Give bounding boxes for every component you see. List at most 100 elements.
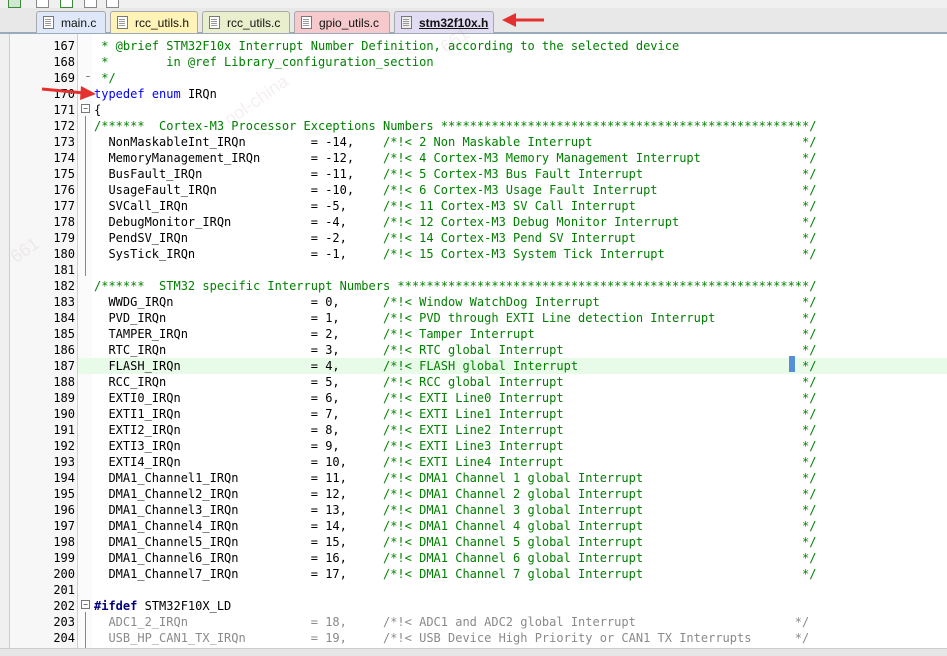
code-token: /*!< EXTI Line1 Interrupt */	[382, 407, 817, 421]
code-line[interactable]: EXTI2_IRQn = 8, /*!< EXTI Line2 Interrup…	[94, 422, 816, 438]
code-line[interactable]: FLASH_IRQn = 4, /*!< FLASH global Interr…	[94, 358, 816, 374]
toolbar-options-icon[interactable]	[84, 0, 97, 8]
code-token: /*!< PVD through EXTI Line detection Int…	[382, 311, 817, 325]
fold-collapse-icon[interactable]: −	[81, 104, 90, 113]
code-token: /*!< EXTI Line0 Interrupt */	[382, 391, 817, 405]
code-line[interactable]: NonMaskableInt_IRQn = -14, /*!< 2 Non Ma…	[94, 134, 816, 150]
code-line[interactable]: * @brief STM32F10x Interrupt Number Defi…	[94, 38, 679, 54]
code-line[interactable]: DMA1_Channel1_IRQn = 11, /*!< DMA1 Chann…	[94, 470, 816, 486]
code-token: DMA1_Channel3_IRQn = 13,	[94, 503, 383, 517]
code-line[interactable]: /****** STM32 specific Interrupt Numbers…	[94, 278, 816, 294]
code-line[interactable]: DMA1_Channel5_IRQn = 15, /*!< DMA1 Chann…	[94, 534, 816, 550]
code-token: /*!< 2 Non Maskable Interrupt */	[382, 135, 817, 149]
line-number: 183	[53, 295, 75, 309]
tab-label: rcc_utils.c	[227, 15, 281, 30]
tab-gpio-utils-c[interactable]: gpio_utils.c	[294, 11, 390, 33]
line-number: 185	[53, 327, 75, 341]
code-token: UsageFault_IRQn = -10,	[94, 183, 383, 197]
code-token: SysTick_IRQn = -1,	[94, 247, 383, 261]
code-token: typedef	[94, 87, 145, 101]
line-number: 180	[53, 247, 75, 261]
code-line[interactable]: PVD_IRQn = 1, /*!< PVD through EXTI Line…	[94, 310, 816, 326]
line-number: 189	[53, 391, 75, 405]
code-token: /*!< 5 Cortex-M3 Bus Fault Interrupt */	[382, 167, 817, 181]
code-line[interactable]: EXTI4_IRQn = 10, /*!< EXTI Line4 Interru…	[94, 454, 816, 470]
tab-stm32f10x-h[interactable]: stm32f10x.h	[394, 11, 494, 33]
code-line[interactable]: RTC_IRQn = 3, /*!< RTC global Interrupt …	[94, 342, 816, 358]
code-line[interactable]: * in @ref Library_configuration_section	[94, 54, 434, 70]
code-token: /*!< RCC global Interrupt */	[382, 375, 817, 389]
text-cursor	[789, 356, 795, 372]
line-number: 184	[53, 311, 75, 325]
code-line[interactable]: #ifdef STM32F10X_LD	[94, 598, 231, 614]
code-token: /*!< Window WatchDog Interrupt */	[382, 295, 817, 309]
red-arrow-icon	[41, 86, 96, 100]
code-token: DMA1_Channel1_IRQn = 11,	[94, 471, 383, 485]
toolbar	[0, 0, 947, 8]
line-number: 200	[53, 567, 75, 581]
code-line[interactable]: EXTI3_IRQn = 9, /*!< EXTI Line3 Interrup…	[94, 438, 816, 454]
code-line[interactable]: TAMPER_IRQn = 2, /*!< Tamper Interrupt *…	[94, 326, 816, 342]
fold-end-marker	[86, 76, 90, 77]
file-icon	[401, 16, 412, 29]
line-number: 193	[53, 455, 75, 469]
code-token: DMA1_Channel6_IRQn = 16,	[94, 551, 383, 565]
code-token: RCC_IRQn = 5,	[94, 375, 383, 389]
code-token: /*!< 12 Cortex-M3 Debug Monitor Interrup…	[382, 215, 817, 229]
line-number: 196	[53, 503, 75, 517]
code-line[interactable]: DMA1_Channel7_IRQn = 17, /*!< DMA1 Chann…	[94, 566, 816, 582]
code-line[interactable]: ADC1_2_IRQn = 18, /*!< ADC1 and ADC2 glo…	[94, 614, 809, 630]
code-token: SVCall_IRQn = -5,	[94, 199, 383, 213]
line-number: 178	[53, 215, 75, 229]
code-line[interactable]: PendSV_IRQn = -2, /*!< 14 Cortex-M3 Pend…	[94, 230, 816, 246]
code-line[interactable]: WWDG_IRQn = 0, /*!< Window WatchDog Inte…	[94, 294, 816, 310]
code-token: MemoryManagement_IRQn = -12,	[94, 151, 383, 165]
code-token: * in @ref Library_configuration_section	[94, 55, 434, 69]
toolbar-new-icon[interactable]	[36, 0, 49, 8]
code-line[interactable]: EXTI1_IRQn = 7, /*!< EXTI Line1 Interrup…	[94, 406, 816, 422]
code-line[interactable]: DebugMonitor_IRQn = -4, /*!< 12 Cortex-M…	[94, 214, 816, 230]
code-line[interactable]: UsageFault_IRQn = -10, /*!< 6 Cortex-M3 …	[94, 182, 816, 198]
code-token: */	[94, 71, 116, 85]
code-token: enum	[151, 87, 181, 101]
code-line[interactable]: EXTI0_IRQn = 6, /*!< EXTI Line0 Interrup…	[94, 390, 816, 406]
code-line[interactable]: MemoryManagement_IRQn = -12, /*!< 4 Cort…	[94, 150, 816, 166]
toolbar-manage-icon[interactable]	[106, 0, 119, 8]
code-token: FLASH_IRQn = 4,	[94, 359, 383, 373]
line-number: 192	[53, 439, 75, 453]
code-token: #ifdef	[94, 599, 138, 613]
code-token: PVD_IRQn = 1,	[94, 311, 383, 325]
line-number: 191	[53, 423, 75, 437]
code-token: /*!< 11 Cortex-M3 SV Call Interrupt */	[382, 199, 817, 213]
code-line[interactable]: RCC_IRQn = 5, /*!< RCC global Interrupt …	[94, 374, 816, 390]
tab-rcc-utils-h[interactable]: rcc_utils.h	[110, 11, 198, 33]
code-line[interactable]: DMA1_Channel3_IRQn = 13, /*!< DMA1 Chann…	[94, 502, 816, 518]
code-line[interactable]: SVCall_IRQn = -5, /*!< 11 Cortex-M3 SV C…	[94, 198, 816, 214]
tab-label: rcc_utils.h	[135, 15, 190, 30]
toolbar-download-icon[interactable]	[60, 0, 73, 8]
fold-collapse-icon[interactable]: −	[81, 600, 90, 609]
toolbar-build-icon[interactable]	[8, 0, 21, 8]
tab-rcc-utils-c[interactable]: rcc_utils.c	[202, 11, 290, 33]
code-token: DMA1_Channel4_IRQn = 14,	[94, 519, 383, 533]
code-token: BusFault_IRQn = -11,	[94, 167, 383, 181]
code-line[interactable]: BusFault_IRQn = -11, /*!< 5 Cortex-M3 Bu…	[94, 166, 816, 182]
code-line[interactable]: {	[94, 102, 101, 118]
code-line[interactable]: /****** Cortex-M3 Processor Exceptions N…	[94, 118, 816, 134]
line-number: 198	[53, 535, 75, 549]
code-token: DebugMonitor_IRQn = -4,	[94, 215, 383, 229]
code-line[interactable]: SysTick_IRQn = -1, /*!< 15 Cortex-M3 Sys…	[94, 246, 816, 262]
line-number: 173	[53, 135, 75, 149]
code-token: {	[94, 103, 102, 117]
code-line[interactable]: DMA1_Channel2_IRQn = 12, /*!< DMA1 Chann…	[94, 486, 816, 502]
code-line[interactable]: typedef enum IRQn	[94, 86, 217, 102]
code-line[interactable]: DMA1_Channel6_IRQn = 16, /*!< DMA1 Chann…	[94, 550, 816, 566]
code-token: STM32F10X_LD	[137, 599, 232, 613]
code-line[interactable]: USB_HP_CAN1_TX_IRQn = 19, /*!< USB Devic…	[94, 630, 809, 646]
code-token: /*!< 4 Cortex-M3 Memory Management Inter…	[382, 151, 817, 165]
code-token: /*!< RTC global Interrupt */	[382, 343, 817, 357]
tab-main-c[interactable]: main.c	[36, 11, 106, 33]
code-line[interactable]: DMA1_Channel4_IRQn = 14, /*!< DMA1 Chann…	[94, 518, 816, 534]
line-number: 201	[53, 583, 75, 597]
code-token: /*!< DMA1 Channel 5 global Interrupt */	[382, 535, 817, 549]
